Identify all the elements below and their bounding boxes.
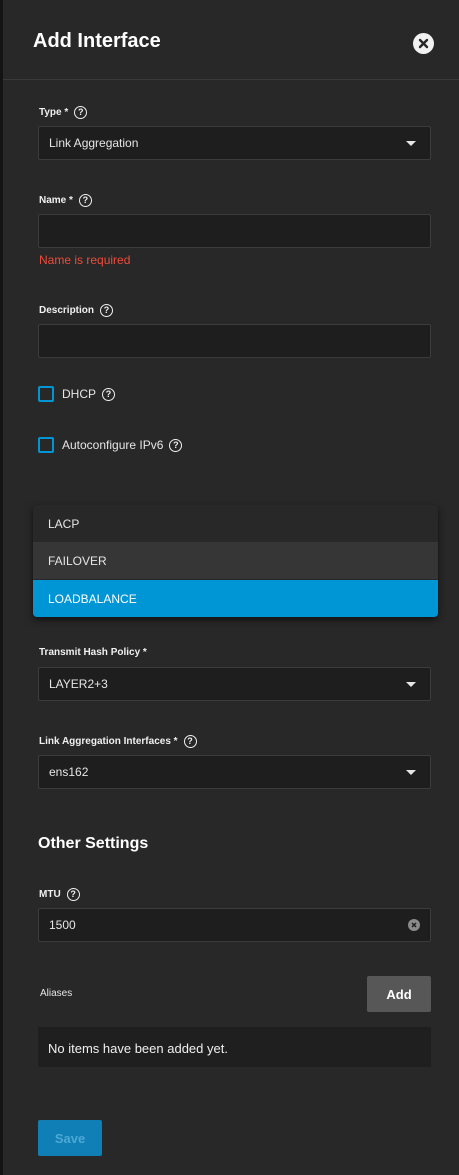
help-icon[interactable]: ? [183,735,197,748]
dropdown-caret-icon [406,141,416,146]
type-label-text: Type * [39,107,69,118]
dropdown-caret-icon [406,770,416,775]
aliases-empty-state: No items have been added yet. [38,1027,431,1067]
name-error-message: Name is required [39,253,131,267]
dhcp-label-text: DHCP [62,387,97,401]
clear-icon [411,922,417,928]
close-icon [418,38,429,49]
mtu-input[interactable]: 1500 [38,908,431,942]
description-input[interactable] [38,324,431,358]
add-alias-button[interactable]: Add [367,976,431,1012]
type-label: Type * ? [39,106,88,119]
lag-interfaces-select[interactable]: ens162 [38,755,431,789]
help-icon[interactable]: ? [100,304,114,317]
type-select[interactable]: Link Aggregation [38,126,431,160]
transmit-hash-policy-label-text: Transmit Hash Policy * [39,647,147,658]
autoconfigure-ipv6-label-text: Autoconfigure IPv6 [62,438,164,452]
transmit-hash-policy-value: LAYER2+3 [49,677,108,691]
type-select-value: Link Aggregation [49,136,139,150]
description-label-text: Description [39,305,95,316]
help-icon[interactable]: ? [66,888,80,901]
help-icon[interactable]: ? [74,106,88,119]
option-lacp[interactable]: LACP [33,505,438,542]
lag-protocol-dropdown-menu: LACP FAILOVER LOADBALANCE [33,505,438,617]
close-button[interactable] [413,33,434,54]
help-icon[interactable]: ? [78,194,92,207]
dhcp-label: DHCP ? [62,387,116,401]
name-input[interactable] [38,214,431,248]
clear-button[interactable] [408,919,420,931]
name-label: Name * ? [39,194,92,207]
autoconfigure-ipv6-label: Autoconfigure IPv6 ? [62,438,183,452]
help-icon[interactable]: ? [169,438,183,452]
lag-interfaces-label-text: Link Aggregation Interfaces * [39,736,178,747]
mtu-label: MTU ? [39,888,80,901]
mtu-label-text: MTU [39,889,61,900]
page-title: Add Interface [33,30,161,52]
panel-header: Add Interface [3,0,459,80]
help-icon[interactable]: ? [102,387,116,401]
transmit-hash-policy-label: Transmit Hash Policy * [39,647,147,658]
save-button[interactable]: Save [38,1120,102,1156]
dhcp-checkbox[interactable] [38,386,54,402]
other-settings-heading: Other Settings [38,835,149,852]
dropdown-caret-icon [406,682,416,687]
lag-interfaces-label: Link Aggregation Interfaces * ? [39,735,197,748]
aliases-label: Aliases [40,988,73,999]
option-loadbalance[interactable]: LOADBALANCE [33,580,438,617]
add-interface-panel: Add Interface Type * ? Link Aggregation … [3,0,459,1175]
name-label-text: Name * [39,195,73,206]
lag-interfaces-value: ens162 [49,765,89,779]
autoconfigure-ipv6-checkbox[interactable] [38,437,54,453]
mtu-input-value: 1500 [49,918,76,932]
description-label: Description ? [39,304,114,317]
transmit-hash-policy-select[interactable]: LAYER2+3 [38,667,431,701]
aliases-empty-text: No items have been added yet. [48,1041,228,1056]
option-failover[interactable]: FAILOVER [33,542,438,579]
